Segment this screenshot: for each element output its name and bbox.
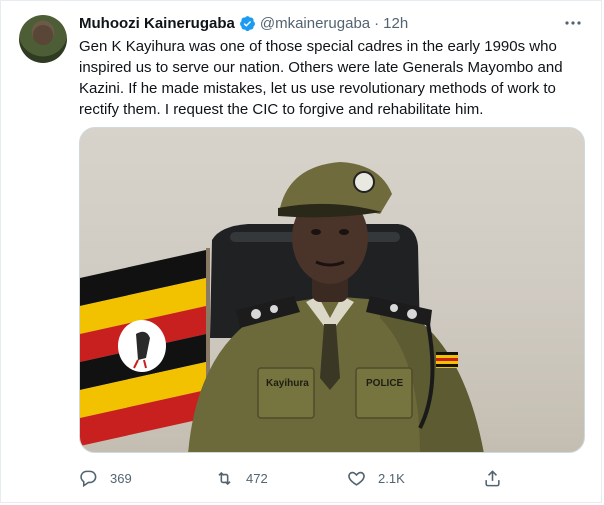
photo-illustration: Kayihura POLICE xyxy=(80,162,484,452)
reply-icon xyxy=(80,470,97,487)
tweet-actions: 369 472 2.1K xyxy=(79,463,579,493)
share-icon xyxy=(485,469,500,486)
like-count: 2.1K xyxy=(378,470,405,486)
cap-badge xyxy=(353,171,375,193)
right-pocket xyxy=(355,367,413,419)
retweet-count: 472 xyxy=(246,470,268,486)
retweet-icon xyxy=(218,471,231,485)
reply-count: 369 xyxy=(110,470,132,486)
verified-badge-icon xyxy=(239,15,255,31)
name-tag-text: Kayihura xyxy=(266,378,309,389)
tweet-timestamp[interactable]: 12h xyxy=(383,15,408,32)
author-avatar[interactable] xyxy=(19,15,67,63)
share-button[interactable] xyxy=(483,463,514,493)
like-button[interactable]: 2.1K xyxy=(347,463,405,493)
tweet-header: Muhoozi Kainerugaba @mkainerugaba · 12h xyxy=(79,13,408,33)
police-tag-text: POLICE xyxy=(366,378,404,389)
retweet-button[interactable]: 472 xyxy=(215,463,268,493)
author-name[interactable]: Muhoozi Kainerugaba xyxy=(79,15,235,32)
left-pocket xyxy=(257,367,315,419)
author-handle[interactable]: @mkainerugaba xyxy=(260,15,370,32)
tweet-text: Gen K Kayihura was one of those special … xyxy=(79,38,563,118)
reply-button[interactable]: 369 xyxy=(79,463,132,493)
flag-patch xyxy=(436,352,458,368)
tweet-card[interactable]: Muhoozi Kainerugaba @mkainerugaba · 12h … xyxy=(0,0,602,503)
uganda-flag xyxy=(80,250,206,446)
header-separator: · xyxy=(374,14,380,32)
tweet-photo[interactable]: Kayihura POLICE xyxy=(79,127,585,453)
heart-icon xyxy=(348,471,365,486)
more-icon[interactable] xyxy=(563,15,583,31)
